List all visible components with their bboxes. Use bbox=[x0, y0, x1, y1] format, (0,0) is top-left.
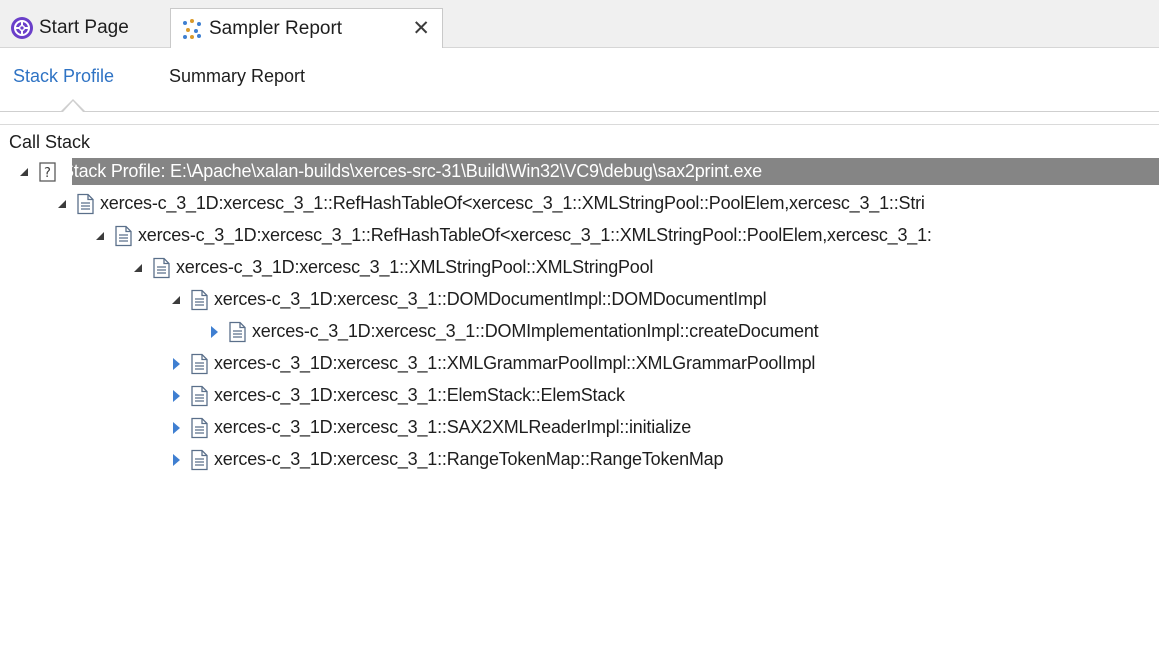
svg-text:?: ? bbox=[44, 166, 51, 181]
tab-stack-profile[interactable]: Stack Profile bbox=[13, 66, 114, 87]
expand-triangle-icon[interactable] bbox=[92, 228, 108, 244]
tab-start-page[interactable]: Start Page bbox=[8, 8, 168, 48]
tree-node[interactable]: xerces-c_3_1D:xercesc_3_1::RefHashTableO… bbox=[0, 221, 1159, 251]
tree-node-label: xerces-c_3_1D:xercesc_3_1::SAX2XMLReader… bbox=[214, 417, 692, 437]
tab-sampler-report-label: Sampler Report bbox=[209, 18, 343, 39]
tab-summary-report[interactable]: Summary Report bbox=[169, 66, 305, 87]
call-stack-label: Call Stack bbox=[9, 132, 91, 152]
document-icon bbox=[153, 257, 170, 279]
tree-node[interactable]: xerces-c_3_1D:xercesc_3_1::DOMImplementa… bbox=[0, 317, 1159, 347]
tree-node[interactable]: xerces-c_3_1D:xercesc_3_1::RangeTokenMap… bbox=[0, 445, 1159, 475]
document-icon bbox=[191, 289, 208, 311]
expand-triangle-icon[interactable] bbox=[130, 260, 146, 276]
tree-node-selected[interactable]: ? Stack Profile: E:\Apache\xalan-builds\x… bbox=[0, 157, 1159, 187]
close-icon[interactable]: ✕ bbox=[412, 18, 430, 39]
question-file-icon: ? bbox=[39, 162, 56, 182]
tab-sampler-report[interactable]: Sampler Report ✕ bbox=[170, 8, 443, 49]
document-icon bbox=[191, 353, 208, 375]
expand-triangle-icon[interactable] bbox=[168, 292, 184, 308]
tree-node-label: xerces-c_3_1D:xercesc_3_1::RangeTokenMap… bbox=[214, 449, 724, 469]
collapse-triangle-icon[interactable] bbox=[168, 356, 184, 372]
view-tab-bar: Stack Profile Summary Report bbox=[0, 48, 1159, 110]
tree-node-label: xerces-c_3_1D:xercesc_3_1::RefHashTableO… bbox=[138, 225, 932, 245]
panel-divider bbox=[0, 124, 1159, 125]
expand-triangle-icon[interactable] bbox=[16, 164, 32, 180]
tree-node-label: xerces-c_3_1D:xercesc_3_1::RefHashTableO… bbox=[100, 193, 925, 213]
expand-triangle-icon[interactable] bbox=[54, 196, 70, 212]
tree-node-label: xerces-c_3_1D:xercesc_3_1::XMLGrammarPoo… bbox=[214, 353, 816, 373]
tree-node[interactable]: xerces-c_3_1D:xercesc_3_1::SAX2XMLReader… bbox=[0, 413, 1159, 443]
document-icon bbox=[191, 449, 208, 471]
document-icon bbox=[191, 417, 208, 439]
tree-node[interactable]: xerces-c_3_1D:xercesc_3_1::RefHashTableO… bbox=[0, 189, 1159, 219]
tree-node-label: Stack Profile: E:\Apache\xalan-builds\xe… bbox=[62, 161, 762, 181]
collapse-triangle-icon[interactable] bbox=[168, 420, 184, 436]
document-tab-strip: Start Page Sampler Report ✕ bbox=[0, 0, 1159, 49]
tree-node-label: xerces-c_3_1D:xercesc_3_1::DOMImplementa… bbox=[252, 321, 819, 341]
document-icon bbox=[77, 193, 94, 215]
tree-node[interactable]: xerces-c_3_1D:xercesc_3_1::XMLStringPool… bbox=[0, 253, 1159, 283]
collapse-triangle-icon[interactable] bbox=[168, 452, 184, 468]
tree-node-label: xerces-c_3_1D:xercesc_3_1::ElemStack::El… bbox=[214, 385, 625, 405]
document-icon bbox=[229, 321, 246, 343]
tree-node-label: xerces-c_3_1D:xercesc_3_1::XMLStringPool… bbox=[176, 257, 654, 277]
document-icon bbox=[115, 225, 132, 247]
tab-start-page-label: Start Page bbox=[39, 17, 129, 38]
ea-logo-icon bbox=[11, 17, 33, 39]
collapse-triangle-icon[interactable] bbox=[168, 388, 184, 404]
tree-node[interactable]: xerces-c_3_1D:xercesc_3_1::DOMDocumentIm… bbox=[0, 285, 1159, 315]
active-tab-pointer-inner bbox=[63, 101, 83, 112]
document-icon bbox=[191, 385, 208, 407]
profiler-icon bbox=[183, 19, 201, 39]
tree-node[interactable]: xerces-c_3_1D:xercesc_3_1::XMLGrammarPoo… bbox=[0, 349, 1159, 379]
tree-node[interactable]: xerces-c_3_1D:xercesc_3_1::ElemStack::El… bbox=[0, 381, 1159, 411]
tree-node-label: xerces-c_3_1D:xercesc_3_1::DOMDocumentIm… bbox=[214, 289, 767, 309]
collapse-triangle-icon[interactable] bbox=[206, 324, 222, 340]
view-tab-divider bbox=[0, 111, 1159, 112]
